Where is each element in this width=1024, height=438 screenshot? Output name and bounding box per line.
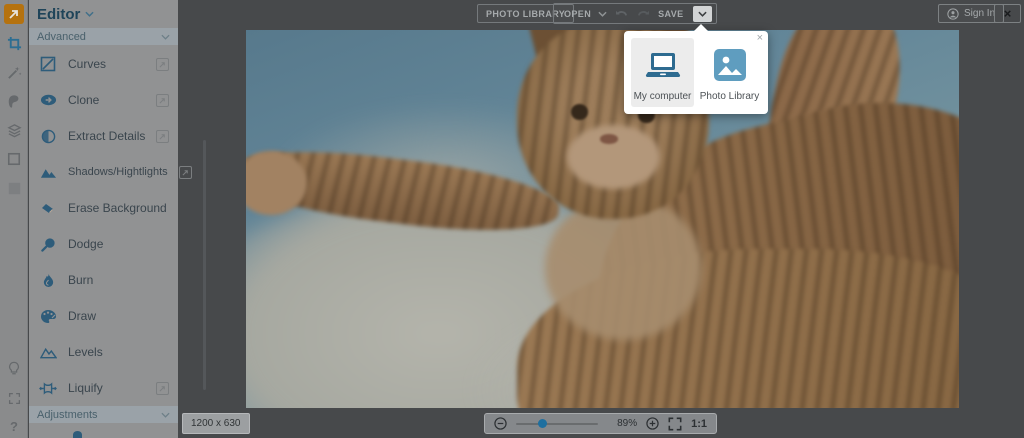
fullscreen-expand-icon[interactable] [0, 386, 28, 410]
popup-close-icon[interactable]: × [757, 32, 763, 44]
tool-label: Dodge [68, 237, 169, 251]
tool-label: Shadows/Hightlights [68, 166, 168, 178]
dodge-icon [39, 237, 57, 252]
liquify-icon [39, 382, 57, 395]
draw-icon [39, 309, 57, 323]
zoom-controls: 89% 1:1 [484, 413, 717, 434]
texture-icon[interactable] [0, 176, 28, 200]
save-option-my-computer[interactable]: My computer [631, 38, 694, 107]
undo-icon[interactable] [615, 9, 628, 19]
tool-item-shadows-highlights[interactable]: Shadows/Hightlights [29, 154, 178, 190]
open-button[interactable]: OPEN [564, 9, 591, 19]
tool-label: Liquify [68, 381, 145, 395]
shadows-highlights-icon [39, 166, 57, 179]
tool-item-burn[interactable]: Burn [29, 262, 178, 298]
chevron-down-icon [161, 412, 170, 418]
tool-item-extract-details[interactable]: Extract Details [29, 118, 178, 154]
zoom-slider[interactable] [516, 423, 598, 425]
frame-icon[interactable] [0, 147, 28, 171]
pro-badge-icon [156, 94, 169, 107]
tool-item-erase-background[interactable]: Erase Background [29, 190, 178, 226]
fit-screen-icon[interactable] [668, 417, 682, 431]
section-label: Adjustments [37, 409, 98, 421]
erase-background-icon [39, 202, 57, 215]
pro-badge-icon [156, 130, 169, 143]
section-header-adjustments[interactable]: Adjustments [29, 406, 178, 423]
tool-label: Erase Background [68, 201, 169, 215]
tool-label: Extract Details [68, 129, 145, 143]
tool-label: Levels [68, 345, 169, 359]
zoom-in-icon[interactable] [646, 417, 659, 430]
cat-eye [571, 104, 588, 120]
partial-tool-icon [73, 431, 82, 438]
tool-label: Curves [68, 57, 145, 71]
close-icon: × [1004, 6, 1012, 21]
crop-icon[interactable] [0, 31, 28, 55]
curves-icon [39, 56, 57, 72]
app-logo-icon[interactable] [4, 4, 24, 24]
redo-icon[interactable] [637, 9, 650, 19]
zoom-percent-value: 89% [617, 418, 637, 429]
tool-category-strip: ? [0, 0, 28, 438]
layers-icon[interactable] [0, 118, 28, 142]
tool-item-dodge[interactable]: Dodge [29, 226, 178, 262]
burn-icon [39, 273, 57, 288]
pro-badge-icon [179, 166, 192, 179]
save-button[interactable]: SAVE [658, 9, 683, 19]
canvas-photo[interactable] [246, 30, 959, 408]
close-editor-button[interactable]: × [994, 4, 1021, 23]
chevron-down-icon [161, 34, 170, 40]
tool-sidebar: Editor Advanced Curves Clone Extract Det… [29, 0, 178, 438]
magic-wand-icon[interactable] [0, 60, 28, 84]
sign-in-label: Sign In [964, 8, 995, 19]
save-option-label: Photo Library [700, 91, 759, 102]
section-label: Advanced [37, 31, 86, 43]
pro-badge-icon [156, 58, 169, 71]
editor-title: Editor [37, 6, 80, 23]
cat-nose [600, 134, 619, 144]
tool-label: Draw [68, 309, 169, 323]
zoom-slider-handle[interactable] [538, 419, 547, 428]
save-option-photo-library[interactable]: Photo Library [698, 38, 761, 107]
extract-details-icon [39, 129, 57, 144]
tool-item-draw[interactable]: Draw [29, 298, 178, 334]
zoom-out-icon[interactable] [494, 417, 507, 430]
levels-icon [39, 346, 57, 359]
tool-item-clone[interactable]: Clone [29, 82, 178, 118]
canvas-size-value: 1200 x 630 [191, 418, 241, 429]
pro-badge-icon [156, 382, 169, 395]
tool-item-curves[interactable]: Curves [29, 46, 178, 82]
photo-image-icon [713, 38, 747, 91]
save-chevron-button[interactable] [693, 6, 712, 22]
editor-menu[interactable]: Editor [29, 0, 178, 28]
file-actions-group: OPEN SAVE [553, 3, 717, 24]
actual-size-button[interactable]: 1:1 [691, 418, 707, 430]
beauty-icon[interactable] [0, 89, 28, 113]
tool-label: Clone [68, 93, 145, 107]
sidebar-scrollbar[interactable] [203, 140, 206, 390]
canvas-size-badge: 1200 x 630 [182, 413, 250, 434]
laptop-icon [644, 38, 682, 91]
save-destination-popup: My computer Photo Library × [624, 31, 768, 114]
tool-label: Burn [68, 273, 169, 287]
tips-lightbulb-icon[interactable] [0, 356, 28, 380]
open-chevron-icon[interactable] [598, 11, 607, 17]
tool-item-liquify[interactable]: Liquify [29, 370, 178, 406]
save-option-label: My computer [634, 91, 692, 102]
help-icon[interactable]: ? [0, 414, 28, 438]
photo-editor-app: ? Editor Advanced Curves Clone Extract D… [0, 0, 1024, 438]
section-header-advanced[interactable]: Advanced [29, 28, 178, 45]
tool-item-levels[interactable]: Levels [29, 334, 178, 370]
chevron-down-icon [85, 11, 94, 17]
user-avatar-icon [947, 8, 959, 20]
clone-icon [39, 93, 57, 107]
